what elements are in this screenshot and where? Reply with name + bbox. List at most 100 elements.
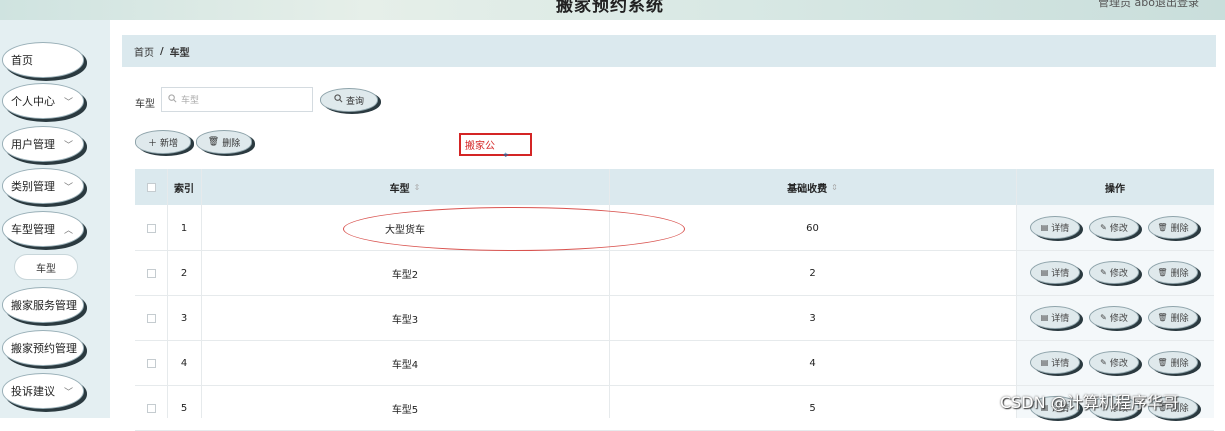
annotation-text: 搬家公 bbox=[465, 141, 495, 152]
row-vehicle-type: 车型2 bbox=[391, 270, 419, 281]
sidebar-item-label: 搬家服务管理 bbox=[11, 299, 77, 312]
sidebar-item-label: 用户管理 bbox=[11, 138, 55, 151]
delete-button[interactable]: 🗑 删除 bbox=[1148, 261, 1198, 284]
document-icon: ▤ bbox=[1040, 313, 1049, 322]
pencil-icon: ✎ bbox=[1100, 223, 1107, 232]
sidebar-subitem-label: 车型 bbox=[36, 263, 56, 275]
sidebar-item-personal-center[interactable]: 个人中心 ﹀ bbox=[2, 83, 84, 119]
sidebar: 首页 个人中心 ﹀ 用户管理 ﹀ 类别管理 ﹀ 车型管理 ︿ 车型 搬家服务管理… bbox=[0, 20, 110, 418]
header-select-all[interactable] bbox=[135, 169, 167, 205]
search-placeholder: 车型 bbox=[181, 96, 200, 106]
document-icon: ▤ bbox=[1040, 358, 1049, 367]
delete-button-label: 删除 bbox=[1170, 314, 1189, 324]
trash-icon: 🗑 bbox=[207, 137, 220, 147]
sidebar-item-label: 投诉建议 bbox=[11, 385, 55, 398]
detail-button[interactable]: ▤ 详情 bbox=[1030, 351, 1080, 374]
chevron-up-icon: ︿ bbox=[63, 226, 73, 236]
row-base-fee: 2 bbox=[809, 268, 816, 279]
sidebar-item-user-management[interactable]: 用户管理 ﹀ bbox=[2, 126, 84, 162]
current-user: 管理员 abo bbox=[1098, 0, 1155, 9]
row-vehicle-type: 车型3 bbox=[391, 315, 419, 326]
trash-icon: 🗑 bbox=[1157, 223, 1168, 232]
edit-button-label: 修改 bbox=[1109, 314, 1128, 324]
sidebar-item-category-management[interactable]: 类别管理 ﹀ bbox=[2, 168, 84, 204]
detail-button-label: 详情 bbox=[1051, 269, 1070, 279]
row-vehicle-type: 车型5 bbox=[391, 405, 419, 416]
row-checkbox[interactable] bbox=[146, 269, 156, 278]
delete-button-label: 删除 bbox=[1170, 224, 1189, 234]
row-checkbox[interactable] bbox=[146, 314, 156, 323]
row-vehicle-type: 车型4 bbox=[391, 360, 419, 371]
sidebar-item-label: 类别管理 bbox=[11, 180, 55, 193]
logout-link[interactable]: 退出登录 bbox=[1155, 0, 1199, 10]
query-button[interactable]: 查询 bbox=[320, 88, 378, 112]
row-checkbox[interactable] bbox=[146, 359, 156, 368]
sort-icon[interactable]: ⇕ bbox=[831, 183, 838, 192]
row-index: 3 bbox=[180, 313, 188, 324]
sidebar-item-moving-service-management[interactable]: 搬家服务管理 bbox=[2, 287, 84, 323]
detail-button[interactable]: ▤ 详情 bbox=[1030, 216, 1080, 239]
breadcrumb: 首页 / 车型 bbox=[122, 35, 1216, 67]
system-title: 搬家预约系统 bbox=[556, 0, 664, 16]
edit-button[interactable]: ✎ 修改 bbox=[1089, 216, 1139, 239]
edit-button[interactable]: ✎ 修改 bbox=[1089, 306, 1139, 329]
chevron-down-icon: ﹀ bbox=[63, 141, 73, 151]
chevron-down-icon: ﹀ bbox=[63, 388, 73, 398]
detail-button-label: 详情 bbox=[1051, 224, 1070, 234]
sidebar-item-complaints[interactable]: 投诉建议 ﹀ bbox=[2, 373, 84, 409]
row-index: 4 bbox=[180, 358, 188, 369]
sidebar-item-moving-booking-management[interactable]: 搬家预约管理 bbox=[2, 330, 84, 366]
table-row: 2 车型2 2 ▤ 详情 ✎ 修改 🗑 删除 bbox=[135, 251, 1214, 296]
edit-button[interactable]: ✎ 修改 bbox=[1089, 261, 1139, 284]
edit-button-label: 修改 bbox=[1109, 359, 1128, 369]
breadcrumb-current: 车型 bbox=[169, 47, 190, 59]
pencil-icon: ✎ bbox=[1100, 268, 1107, 277]
header-vehicle-type[interactable]: 车型 ⇕ bbox=[201, 169, 609, 205]
breadcrumb-separator: / bbox=[160, 45, 164, 57]
header-actions: 操作 bbox=[1105, 183, 1125, 195]
trash-icon: 🗑 bbox=[1157, 268, 1168, 277]
trash-icon: 🗑 bbox=[1157, 358, 1168, 367]
header-vehicle-type-label: 车型 bbox=[389, 183, 410, 195]
top-header: 搬家预约系统 管理员 abo 退出登录 bbox=[0, 0, 1225, 20]
row-base-fee: 3 bbox=[809, 313, 816, 324]
add-button-label: 新增 bbox=[160, 138, 179, 149]
sort-icon[interactable]: ⇕ bbox=[414, 183, 421, 192]
search-icon bbox=[334, 94, 343, 106]
delete-button[interactable]: 🗑 删除 bbox=[1148, 351, 1198, 374]
row-index: 5 bbox=[180, 403, 188, 414]
sidebar-item-label: 个人中心 bbox=[11, 95, 55, 108]
batch-delete-button[interactable]: 🗑 删除 bbox=[196, 130, 252, 154]
row-index: 1 bbox=[180, 223, 188, 234]
row-checkbox[interactable] bbox=[146, 224, 156, 233]
delete-button-label: 删除 bbox=[222, 138, 241, 149]
annotation-text-box[interactable]: 搬家公 bbox=[459, 133, 532, 156]
table-row: 4 车型4 4 ▤ 详情 ✎ 修改 🗑 删除 bbox=[135, 341, 1214, 386]
row-index: 2 bbox=[180, 268, 188, 279]
table-row: 3 车型3 3 ▤ 详情 ✎ 修改 🗑 删除 bbox=[135, 296, 1214, 341]
select-all-checkbox[interactable] bbox=[146, 182, 156, 192]
chevron-down-icon: ﹀ bbox=[63, 183, 73, 193]
row-checkbox[interactable] bbox=[146, 404, 156, 413]
edit-button[interactable]: ✎ 修改 bbox=[1089, 351, 1139, 374]
delete-button[interactable]: 🗑 删除 bbox=[1148, 216, 1198, 239]
search-label: 车型 bbox=[135, 99, 155, 110]
trash-icon: 🗑 bbox=[1157, 313, 1168, 322]
header-index: 索引 bbox=[174, 183, 194, 195]
table-header: 索引 车型 ⇕ 基础收费 ⇕ 操作 bbox=[135, 169, 1214, 205]
document-icon: ▤ bbox=[1040, 268, 1049, 277]
breadcrumb-home[interactable]: 首页 bbox=[134, 44, 154, 59]
add-button[interactable]: ＋ 新增 bbox=[135, 130, 191, 154]
sidebar-subitem-vehicle-type[interactable]: 车型 bbox=[14, 254, 78, 280]
search-input[interactable]: 车型 bbox=[161, 87, 313, 112]
delete-button[interactable]: 🗑 删除 bbox=[1148, 306, 1198, 329]
edit-button-label: 修改 bbox=[1109, 224, 1128, 234]
detail-button[interactable]: ▤ 详情 bbox=[1030, 306, 1080, 329]
data-table: 索引 车型 ⇕ 基础收费 ⇕ 操作 1 大型货车 60 ▤ 详情 ✎ 修改 🗑 删除 … bbox=[135, 169, 1214, 431]
row-base-fee: 4 bbox=[809, 358, 816, 369]
sidebar-item-vehicle-management[interactable]: 车型管理 ︿ bbox=[2, 211, 84, 247]
sidebar-item-home[interactable]: 首页 bbox=[2, 42, 84, 78]
header-base-fee[interactable]: 基础收费 ⇕ bbox=[609, 169, 1016, 205]
document-icon: ▤ bbox=[1040, 223, 1049, 232]
detail-button[interactable]: ▤ 详情 bbox=[1030, 261, 1080, 284]
